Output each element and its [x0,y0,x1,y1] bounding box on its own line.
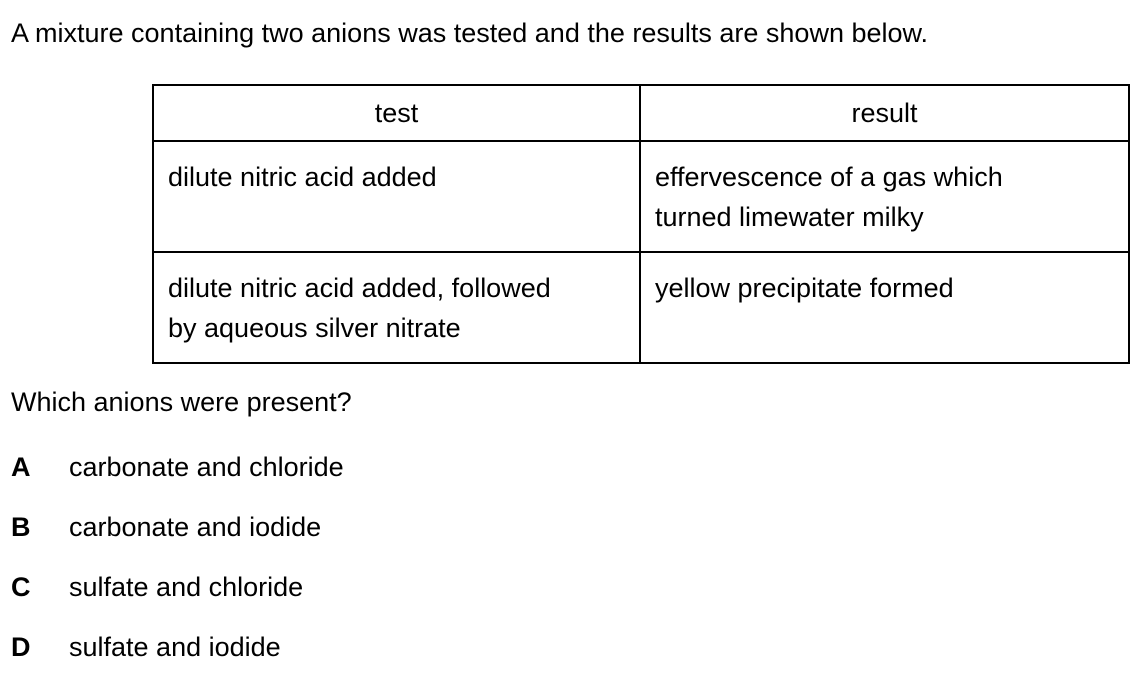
header-result: result [639,84,1130,142]
result-cell: effervescence of a gas which turned lime… [639,140,1130,253]
option-text: carbonate and iodide [69,512,322,542]
header-test: test [152,84,641,142]
option-letter: A [11,452,31,482]
cell-line: turned limewater milky [655,202,924,232]
table-header-row: test result [152,84,1130,142]
cell-line: by aqueous silver nitrate [168,313,461,343]
table-row: dilute nitric acid added effervescence o… [152,140,1130,253]
question-text: Which anions were present? [11,387,352,417]
test-cell: dilute nitric acid added [152,140,641,253]
cell-line: yellow precipitate formed [655,273,954,303]
option-letter: C [11,572,31,602]
cell-line: effervescence of a gas which [655,162,1003,192]
intro-text: A mixture containing two anions was test… [11,18,929,48]
cell-line: dilute nitric acid added, followed [168,273,551,303]
test-cell: dilute nitric acid added, followed by aq… [152,251,641,364]
cell-line: dilute nitric acid added [168,162,437,192]
result-cell: yellow precipitate formed [639,251,1130,364]
table-row: dilute nitric acid added, followed by aq… [152,251,1130,364]
results-table: test result dilute nitric acid added eff… [152,84,1130,364]
option-text: carbonate and chloride [69,452,344,482]
option-letter: D [11,632,31,662]
option-text: sulfate and chloride [69,572,304,602]
option-text: sulfate and iodide [69,632,281,662]
option-letter: B [11,512,31,542]
